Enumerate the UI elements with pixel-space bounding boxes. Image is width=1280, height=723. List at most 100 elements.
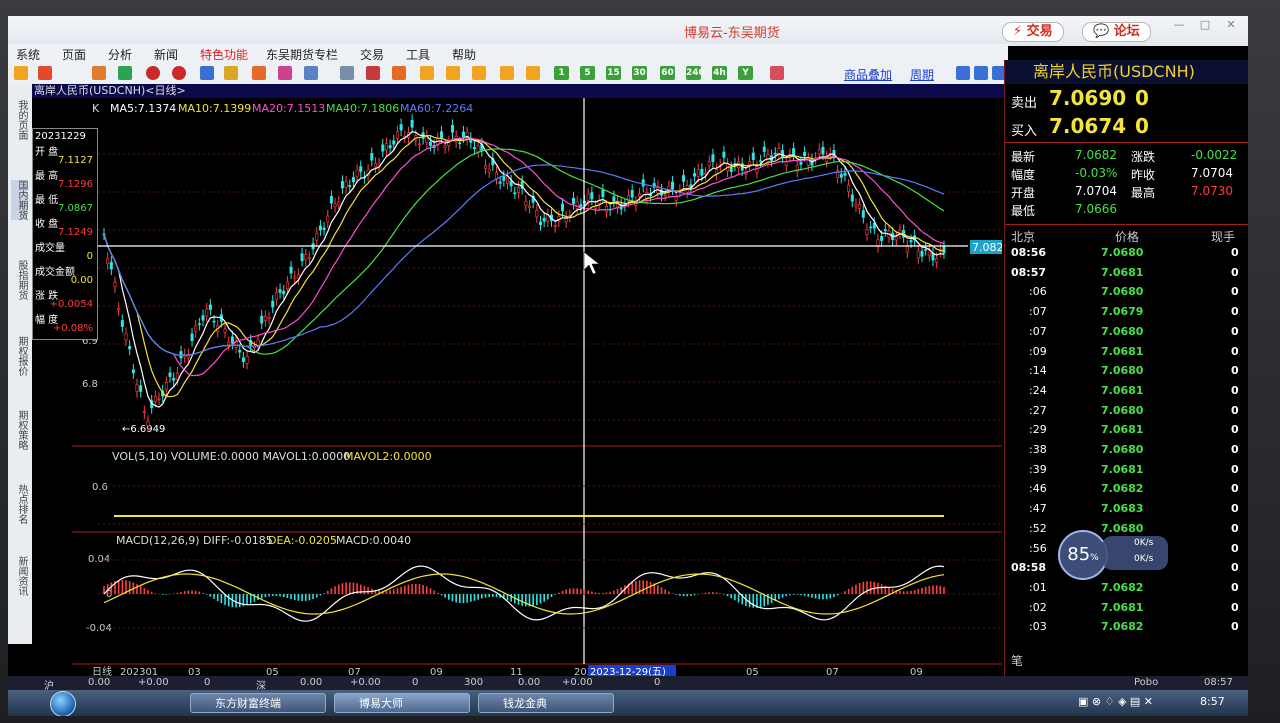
tick-row: :39 7.0681 0 (1005, 461, 1248, 481)
tf-60-button[interactable]: 60 (660, 66, 675, 80)
period-link[interactable]: 周期 (910, 66, 934, 83)
macd-dea: DEA:-0.0205 (268, 534, 337, 547)
pencil-icon[interactable] (224, 66, 238, 80)
tick-price: 7.0681 (1101, 383, 1144, 397)
tick-row: :47 7.0683 0 (1005, 500, 1248, 520)
sidetab-options-strategy[interactable]: 期权策略 (11, 410, 27, 450)
chart-area[interactable]: 离岸人民币(USDCNH)<日线> K MA5:7.1374 MA10:7.13… (32, 84, 1004, 676)
forum-button[interactable]: 💬 论坛 (1082, 22, 1151, 42)
col-time: 北京 (1011, 230, 1036, 244)
week-icon[interactable] (446, 66, 460, 80)
tf-y-button[interactable]: Y (738, 66, 753, 80)
task-app-2[interactable]: 钱龙金典 (478, 693, 614, 713)
x-axis-label-5: 09 (430, 667, 443, 676)
pie-icon[interactable] (92, 66, 106, 80)
layout2-icon[interactable] (974, 66, 988, 80)
menu-analysis[interactable]: 分析 (108, 46, 132, 63)
tf-15-button[interactable]: 15 (606, 66, 621, 80)
cross-icon[interactable] (526, 66, 540, 80)
menu-news[interactable]: 新闻 (154, 46, 178, 63)
tick-price: 7.0680 (1101, 403, 1144, 417)
back-icon[interactable] (14, 66, 28, 80)
start-button-icon[interactable] (50, 691, 76, 716)
open-value: 7.0704 (1075, 184, 1117, 198)
sidetab-news[interactable]: 新闻资讯 (11, 556, 27, 596)
macd-title: MACD(12,26,9) DIFF:-0.0185 (116, 534, 273, 547)
menu-dongwu[interactable]: 东吴期货专栏 (266, 46, 338, 63)
tick-price: 7.0680 (1101, 246, 1144, 259)
sidetab-my-page[interactable]: 我的页面 (11, 100, 27, 140)
gauge-down: 0K/s (1134, 554, 1154, 564)
month-icon[interactable] (472, 66, 486, 80)
tick-row: :27 7.0680 0 (1005, 402, 1248, 422)
tick-vol: 0 (1231, 462, 1239, 476)
status-v5: +0.00 (350, 677, 381, 688)
tick-time: :39 (1029, 462, 1047, 476)
calendar-icon[interactable] (770, 66, 784, 80)
sidetab-hot-rank[interactable]: 热点排名 (11, 484, 27, 524)
sidetab-domestic-futures[interactable]: 国内期货 (11, 180, 27, 220)
tick-time: :02 (1029, 600, 1047, 614)
wrench-icon[interactable] (304, 66, 318, 80)
maximize-icon[interactable]: □ (1194, 18, 1216, 32)
task-app-1[interactable]: 博易大师 (334, 693, 470, 713)
info-low: 7.0867 (58, 203, 93, 214)
close-icon[interactable]: ✕ (1220, 18, 1242, 32)
menu-features[interactable]: 特色功能 (200, 46, 248, 63)
day-icon[interactable] (420, 66, 434, 80)
status-v10: +0.00 (562, 677, 593, 688)
layout-icon[interactable] (956, 66, 970, 80)
menu-system[interactable]: 系统 (16, 46, 40, 63)
menu-page[interactable]: 页面 (62, 46, 86, 63)
buy-label: 买入 (1011, 124, 1038, 139)
quarter-icon[interactable] (500, 66, 514, 80)
tf-240-button[interactable]: 240 (686, 66, 705, 80)
filter-icon[interactable] (278, 66, 292, 80)
tick-icon[interactable] (392, 66, 406, 80)
tf-1-button[interactable]: 1 (554, 66, 569, 80)
info-date: 20231229 (35, 131, 86, 142)
home-icon[interactable] (38, 66, 52, 80)
draw-icon[interactable] (200, 66, 214, 80)
sidetab-index-futures[interactable]: 股指期货 (11, 260, 27, 300)
low-value: 7.0666 (1075, 202, 1117, 216)
sidetab-options-quotes[interactable]: 期权报价 (11, 336, 27, 376)
open-label: 开盘 (1011, 186, 1036, 200)
network-gauge: 85% 0K/s 0K/s (1058, 526, 1178, 580)
alarm-icon[interactable] (252, 66, 266, 80)
status-v11: 0 (654, 677, 661, 688)
tick-vol: 0 (1231, 285, 1239, 299)
zoom-out-icon[interactable] (172, 66, 186, 80)
refresh-icon[interactable] (118, 66, 132, 80)
tf-4h-button[interactable]: 4h (712, 66, 727, 80)
buy-vol: 0 (1135, 114, 1149, 138)
minimize-icon[interactable]: — (1168, 18, 1190, 32)
tick-price: 7.0681 (1101, 344, 1144, 358)
status-v7: 0 (412, 677, 419, 688)
info-box: 20231229 开 盘 7.1127 最 高 7.1296 最 低 7.086… (32, 128, 98, 340)
menu-trade[interactable]: 交易 (360, 46, 384, 63)
menu-tools[interactable]: 工具 (406, 46, 430, 63)
kline-icon[interactable] (366, 66, 380, 80)
tray-icons[interactable]: ▣ ⊗ ♢ ◈ ▤ ✕ (1078, 695, 1153, 708)
status-brand: Pobo (1134, 677, 1159, 688)
trade-button[interactable]: ⚡ 交易 (1002, 22, 1064, 42)
macd-value: MACD:0.0040 (336, 534, 411, 547)
tf-30-button[interactable]: 30 (632, 66, 647, 80)
x-axis-label-3: 05 (266, 667, 279, 676)
menu-help[interactable]: 帮助 (452, 46, 476, 63)
kline-chart[interactable]: K MA5:7.1374 MA10:7.1399 MA20:7.1513 MA4… (32, 84, 1002, 676)
overlay-link[interactable]: 商品叠加 (844, 66, 892, 83)
tick-time: :06 (1029, 285, 1047, 299)
tick-price: 7.0680 (1101, 443, 1144, 456)
system-tray: ▣ ⊗ ♢ ◈ ▤ ✕ 8:57 (1068, 695, 1248, 713)
tf-5-button[interactable]: 5 (580, 66, 595, 80)
title-bar: 博易云-东吴期货 ⚡ 交易 💬 论坛 — □ ✕ (8, 16, 1248, 46)
zoom-in-icon[interactable] (146, 66, 160, 80)
list-icon[interactable] (340, 66, 354, 80)
tick-price: 7.0681 (1101, 423, 1144, 437)
task-app-0[interactable]: 东方财富终端 (190, 693, 326, 713)
tick-row: :24 7.0681 0 (1005, 382, 1248, 402)
tick-price: 7.0683 (1101, 502, 1144, 516)
tick-vol: 0 (1231, 383, 1239, 397)
